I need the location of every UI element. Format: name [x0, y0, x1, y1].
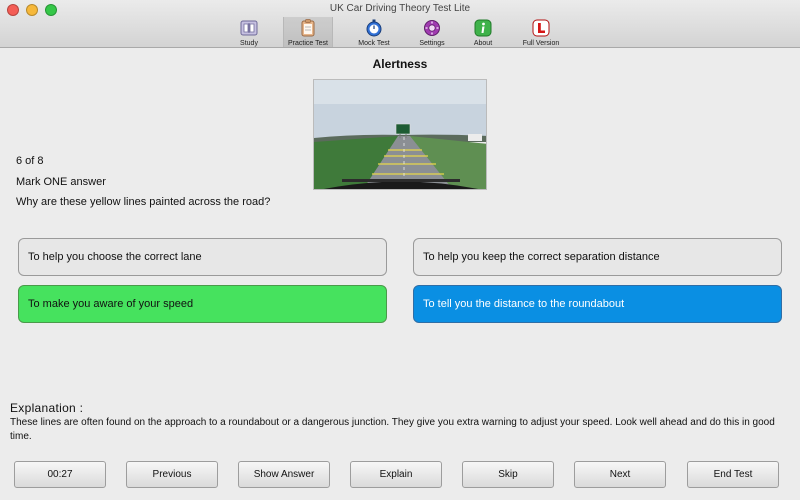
end-test-button[interactable]: End Test — [687, 461, 779, 488]
toolbar-full-version[interactable]: Full Version — [516, 17, 566, 47]
answer-label: To help you choose the correct lane — [28, 251, 202, 263]
answer-label: To tell you the distance to the roundabo… — [423, 298, 625, 310]
l-plate-icon — [532, 19, 550, 37]
question-photo — [313, 79, 487, 190]
explanation-text: These lines are often found on the appro… — [10, 417, 775, 442]
window-title: UK Car Driving Theory Test Lite — [329, 3, 471, 14]
road-photo-image — [314, 80, 486, 189]
toolbar-about[interactable]: About — [458, 17, 508, 47]
book-icon — [240, 20, 258, 36]
toolbar-study[interactable]: Study — [224, 17, 274, 47]
answer-option-4[interactable]: To tell you the distance to the roundabo… — [413, 285, 782, 323]
toolbar: Study Practice Test Mock Test Settings A… — [0, 17, 800, 47]
timer-button[interactable]: 00:27 — [14, 461, 106, 488]
title-bar: UK Car Driving Theory Test Lite Study Pr… — [0, 0, 800, 48]
stopwatch-icon — [366, 19, 382, 37]
answer-option-3[interactable]: To make you aware of your speed — [18, 285, 387, 323]
gear-icon — [424, 20, 440, 36]
answer-option-1[interactable]: To help you choose the correct lane — [18, 238, 387, 276]
answer-option-2[interactable]: To help you keep the correct separation … — [413, 238, 782, 276]
answer-label: To make you aware of your speed — [28, 298, 194, 310]
skip-button[interactable]: Skip — [462, 461, 554, 488]
question-instruction: Mark ONE answer — [16, 176, 106, 188]
previous-button[interactable]: Previous — [126, 461, 218, 488]
toolbar-mock-test[interactable]: Mock Test — [349, 17, 399, 47]
question-panel: Alertness 6 of 8 Mark ONE answer Why are… — [0, 49, 800, 500]
question-category: Alertness — [372, 57, 428, 71]
next-button[interactable]: Next — [574, 461, 666, 488]
explain-button[interactable]: Explain — [350, 461, 442, 488]
clipboard-icon — [301, 19, 315, 37]
toolbar-settings[interactable]: Settings — [407, 17, 457, 47]
show-answer-button[interactable]: Show Answer — [238, 461, 330, 488]
question-progress: 6 of 8 — [16, 155, 44, 167]
toolbar-practice-test[interactable]: Practice Test — [283, 17, 333, 47]
question-text: Why are these yellow lines painted acros… — [16, 196, 271, 208]
explanation-heading: Explanation : — [10, 401, 84, 415]
answer-label: To help you keep the correct separation … — [423, 251, 660, 263]
info-icon — [474, 19, 492, 37]
